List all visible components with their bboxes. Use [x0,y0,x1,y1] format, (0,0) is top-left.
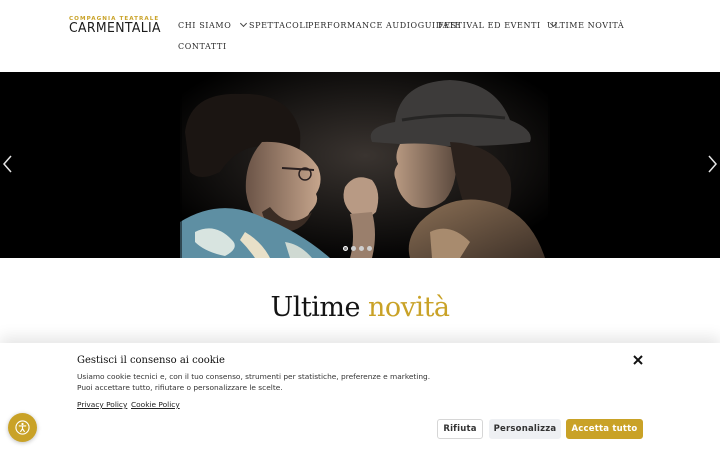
cookie-text-line-1: Usiamo cookie tecnici e, con il tuo cons… [77,372,431,381]
chevron-left-icon [3,155,12,173]
slider-prev-button[interactable] [0,152,16,176]
chevron-down-icon [240,19,248,28]
cookie-text-line-2: Puoi accettare tutto, rifiutare o person… [77,383,283,392]
nav-item-spettacoli[interactable]: SPETTACOLI [249,21,309,31]
cookie-banner: Gestisci il consenso ai cookie Usiamo co… [0,343,720,450]
section-title-main: Ultime [270,292,360,323]
slider-dot-3[interactable] [359,246,364,251]
nav-item-label: SPETTACOLI [249,21,310,30]
chevron-right-icon [708,155,717,173]
cookie-policy-link[interactable]: Cookie Policy [131,400,180,409]
customize-button[interactable]: Personalizza [489,419,561,439]
slider-pagination [343,246,372,251]
privacy-policy-link[interactable]: Privacy Policy [77,400,127,409]
nav-item-chi-siamo[interactable]: CHI SIAMO [178,19,248,31]
hero-photo [180,72,550,258]
nav-item-ultime-novita[interactable]: ULTIME NOVITÀ [547,21,624,31]
nav-item-festival-ed-eventi[interactable]: FESTIVAL ED EVENTI [438,19,557,31]
nav-item-contatti[interactable]: CONTATTI [178,42,227,52]
section-title-accent: novità [368,292,450,323]
site-logo[interactable]: COMPAGNIA TEATRALE CARMENTALIA [69,16,167,38]
logo-name: CARMENTALIA [69,20,161,36]
slider-next-button[interactable] [704,152,720,176]
slider-dot-2[interactable] [351,246,356,251]
accessibility-button[interactable] [8,413,37,442]
nav-item-label: ULTIME NOVITÀ [547,21,625,30]
hero-slider [0,72,720,258]
reject-button[interactable]: Rifiuta [437,419,483,439]
slider-dot-4[interactable] [367,246,372,251]
accessibility-icon [15,420,30,435]
site-header: COMPAGNIA TEATRALE CARMENTALIA CHI SIAMO… [0,0,720,72]
section-title: Ultime novità [0,292,720,323]
close-icon [633,355,643,365]
cookie-close-button[interactable] [631,352,645,366]
nav-item-label: CHI SIAMO [178,21,232,30]
slider-dot-1[interactable] [343,246,348,251]
accept-all-button[interactable]: Accetta tutto [566,419,643,439]
nav-item-label: FESTIVAL ED EVENTI [438,21,541,30]
cookie-title: Gestisci il consenso ai cookie [77,355,225,366]
nav-item-label: CONTATTI [178,42,227,51]
